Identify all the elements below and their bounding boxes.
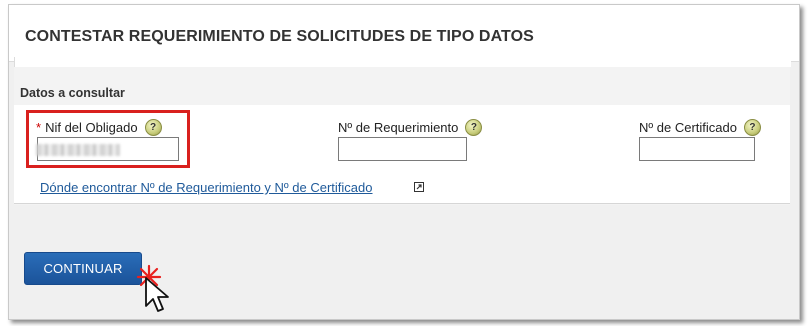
requerimiento-label: Nº de Requerimiento ? (338, 119, 483, 136)
page-header: CONTESTAR REQUERIMIENTO DE SOLICITUDES D… (9, 5, 799, 62)
external-link-icon[interactable] (414, 182, 424, 192)
requerimiento-input[interactable] (338, 137, 467, 161)
hand-cursor-icon (145, 277, 169, 312)
section-label: Datos a consultar (20, 86, 125, 100)
nif-highlight-box (26, 110, 190, 168)
help-icon[interactable]: ? (743, 119, 761, 136)
certificado-label-text: Nº de Certificado (639, 120, 737, 135)
help-link[interactable]: Dónde encontrar Nº de Requerimiento y Nº… (40, 180, 373, 195)
form-top-strip (14, 57, 791, 67)
page-title: CONTESTAR REQUERIMIENTO DE SOLICITUDES D… (25, 28, 534, 45)
requerimiento-label-text: Nº de Requerimiento (338, 120, 459, 135)
certificado-input[interactable] (639, 137, 755, 161)
continue-button[interactable]: CONTINUAR (24, 252, 142, 285)
help-icon[interactable]: ? (465, 119, 483, 136)
certificado-label: Nº de Certificado ? (639, 119, 761, 136)
